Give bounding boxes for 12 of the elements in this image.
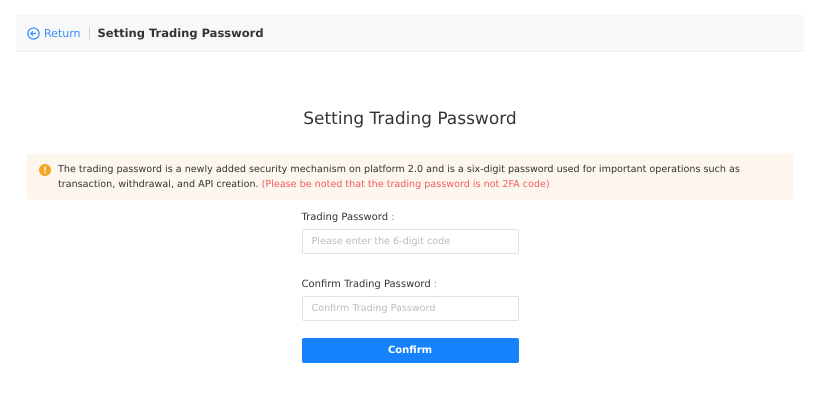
notice-text: The trading password is a newly added security mechanism on platform 2.0 and is a six-digit password used for important operations such as transaction, withdrawal, and API creation. (Please be noted that the trading password is not 2FA code) xyxy=(58,163,741,192)
return-link[interactable]: Return xyxy=(27,26,81,40)
header-title: Setting Trading Password xyxy=(98,26,264,40)
confirm-button[interactable]: Confirm xyxy=(302,338,518,363)
password-field[interactable]: Confirm Trading Password xyxy=(302,296,518,321)
colon-text: : xyxy=(391,212,394,223)
colon-text: : xyxy=(434,279,438,290)
warning-icon xyxy=(39,164,51,176)
password-field[interactable]: Please enter the 6-digit code xyxy=(302,229,518,254)
page-title: Setting Trading Password xyxy=(303,109,517,129)
field-label: Confirm Trading Password xyxy=(302,279,431,290)
field-label: Trading Password xyxy=(302,212,388,223)
